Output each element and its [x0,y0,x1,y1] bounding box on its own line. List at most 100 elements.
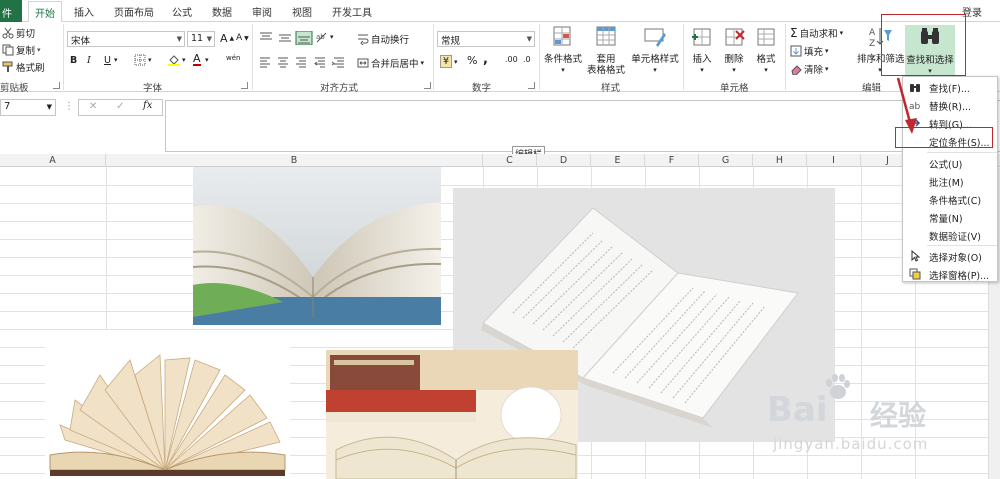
formula-input[interactable] [165,100,1000,152]
number-launcher-icon[interactable] [528,82,535,89]
sigma-icon: Σ [790,26,798,40]
fill-button[interactable]: 填充 ▾ [790,44,829,58]
borders-button[interactable]: ▾ [134,54,152,66]
table-icon [596,26,616,46]
cell-styles-button[interactable]: 单元格样式 ▾ [630,25,680,76]
format-painter-button[interactable]: 格式刷 [2,60,45,74]
number-format-select[interactable]: 常规 ▼ [437,31,535,47]
wrap-text-button[interactable]: 自动换行 [357,32,409,46]
picture-book-with-cup[interactable] [326,350,578,479]
merge-center-label: 合并后居中 [371,59,419,70]
autosum-button[interactable]: Σ 自动求和 ▾ [790,26,843,40]
column-header-c[interactable]: C [483,154,537,167]
menu-item-formulas[interactable]: 公式(U) [903,154,999,172]
enter-button[interactable]: ✓ [116,101,124,112]
underline-button[interactable]: U [104,55,111,66]
underline-dropdown-icon[interactable]: ▾ [114,56,118,64]
format-cells-label: 格式 [756,54,776,65]
red-arrow-icon [896,77,917,134]
currency-symbol: ¥ [440,55,453,68]
font-color-dropdown-icon[interactable]: ▾ [205,56,209,64]
column-header-b[interactable]: B [106,154,483,167]
grow-font-label: A [220,32,228,45]
paintbrush-icon [2,61,13,72]
delete-cells-button[interactable]: 删除 ▾ [719,25,749,76]
column-header-e[interactable]: E [591,154,645,167]
menu-item-data-validation[interactable]: 数据验证(V) [903,226,999,244]
tab-page-layout[interactable]: 页面布局 [114,4,154,19]
menu-item-constants[interactable]: 常量(N) [903,208,999,226]
fill-color-button[interactable]: ▾ [168,54,186,66]
vertical-align-icons[interactable] [259,31,319,45]
chevron-down-icon: ▾ [561,66,565,74]
column-header-h[interactable]: H [753,154,807,167]
insert-function-button[interactable]: fx [143,100,152,111]
horizontal-align-icons[interactable] [259,56,349,68]
column-header-f[interactable]: F [645,154,699,167]
cancel-button[interactable]: ✕ [89,101,97,112]
menu-item-label: 查找(F)... [929,84,970,95]
grow-font-button[interactable]: A ▲ [220,32,234,45]
tab-file[interactable]: 件 [0,0,22,22]
column-header-a[interactable]: A [0,154,106,167]
tab-data[interactable]: 数据 [212,4,232,19]
menu-item-comments[interactable]: 批注(M) [903,172,999,190]
insert-cells-button[interactable]: 插入 ▾ [687,25,717,76]
border-grid-icon [134,54,146,66]
tab-review[interactable]: 审阅 [252,4,272,19]
column-header-i[interactable]: I [807,154,861,167]
copy-button[interactable]: 复制 ▾ [2,43,41,57]
chevron-down-icon: ▾ [700,66,704,74]
menu-item-label: 选择对象(O) [929,253,982,264]
tab-formulas[interactable]: 公式 [172,4,192,19]
chevron-down-icon: ▾ [839,29,844,37]
baidu-watermark: Bai 经验 jingyan.baidu.com [745,372,995,472]
format-as-table-button[interactable]: 套用 表格格式 [586,25,626,76]
pane-icon [909,268,921,280]
insert-cells-label: 插入 [692,54,712,65]
tab-home[interactable]: 开始 [28,1,62,23]
currency-button[interactable]: ¥ ▾ [440,55,458,68]
chevron-down-icon: ▾ [825,65,829,73]
decrease-decimal-button[interactable]: .0 [523,55,531,64]
phonetic-button[interactable]: wén [226,54,240,62]
orientation-button[interactable]: ab ▾ [316,31,334,43]
divider [63,24,64,90]
tab-view[interactable]: 视图 [292,4,312,19]
percent-button[interactable]: % [467,54,477,67]
bold-button[interactable]: B [70,55,77,66]
book-photo-image [45,330,290,479]
menu-item-select-objects[interactable]: 选择对象(O) [903,247,999,265]
font-name-select[interactable]: 宋体 ▼ [67,31,185,47]
clear-button[interactable]: 清除 ▾ [790,62,829,76]
shrink-font-button[interactable]: A ▼ [236,33,249,43]
font-name-value: 宋体 [71,36,91,47]
italic-button[interactable]: I [87,55,91,66]
column-header-d[interactable]: D [537,154,591,167]
increase-decimal-button[interactable]: .00 [505,55,518,64]
cut-button[interactable]: 剪切 [2,26,35,40]
clipboard-launcher-icon[interactable] [53,82,60,89]
menu-item-conditional-formatting[interactable]: 条件格式(C) [903,190,999,208]
merge-center-button[interactable]: 合并后居中 ▾ [357,56,424,70]
menu-item-selection-pane[interactable]: 选择窗格(P)... [903,265,999,283]
alignment-launcher-icon[interactable] [424,82,431,89]
format-cells-button[interactable]: 格式 ▾ [751,25,781,76]
tab-developer[interactable]: 开发工具 [332,4,372,19]
formula-bar-grip-icon: ⋮ [64,101,74,112]
clear-label: 清除 [804,65,824,76]
insert-cells-icon [692,28,711,46]
font-color-button[interactable]: A [193,53,201,66]
conditional-format-icon [553,26,571,46]
comma-style-button[interactable]: , [483,52,488,67]
copy-dropdown-arrow-icon[interactable]: ▾ [37,46,41,54]
conditional-format-button[interactable]: 条件格式 ▾ [543,25,583,76]
name-box[interactable]: 7 ▼ [0,99,56,116]
svg-text:ab: ab [316,33,325,41]
column-header-g[interactable]: G [699,154,753,167]
font-size-select[interactable]: 11 ▼ [187,31,215,47]
picture-open-book-1[interactable] [193,167,441,325]
picture-fanned-book[interactable] [45,330,290,479]
font-launcher-icon[interactable] [241,82,248,89]
tab-insert[interactable]: 插入 [74,4,94,19]
